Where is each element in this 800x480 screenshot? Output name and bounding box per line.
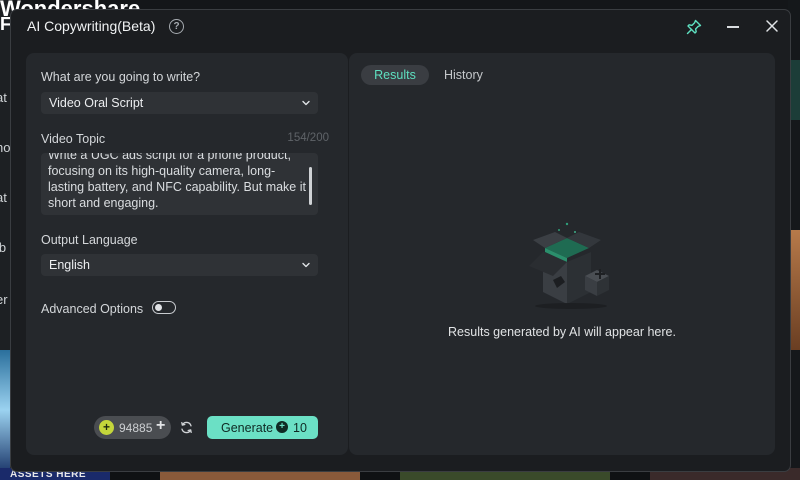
generate-cost: 10	[293, 421, 307, 435]
credits-value: 94885	[119, 421, 153, 435]
generate-button[interactable]: Generate + 10	[207, 416, 318, 439]
credit-coin-icon: +	[276, 421, 288, 433]
empty-results-message: Results generated by AI will appear here…	[448, 325, 676, 339]
ai-copywriting-dialog: AI Copywriting(Beta) ? What are you goin…	[10, 9, 791, 472]
output-language-select[interactable]: English	[41, 254, 318, 276]
textarea-scrollbar[interactable]	[309, 167, 312, 205]
help-icon[interactable]: ?	[169, 19, 184, 34]
video-topic-textarea[interactable]: Write a UGC ads script for a phone produ…	[41, 153, 318, 215]
close-icon[interactable]	[763, 17, 781, 35]
toggle-knob	[155, 303, 162, 311]
background-code-thumb	[790, 60, 800, 120]
results-panel: Results History Results generated by AI …	[349, 53, 775, 455]
video-topic-label: Video Topic	[41, 132, 106, 146]
video-topic-text: Write a UGC ads script for a phone produ…	[48, 153, 306, 210]
topic-char-counter: 154/200	[287, 132, 329, 144]
dialog-title: AI Copywriting(Beta)	[27, 18, 156, 34]
generate-label: Generate	[221, 421, 274, 435]
credit-coin-icon: +	[99, 420, 114, 435]
background-thumbnail	[0, 350, 10, 470]
minimize-icon[interactable]	[727, 26, 739, 28]
tab-results[interactable]: Results	[361, 65, 429, 85]
empty-box-icon	[529, 222, 609, 309]
chevron-down-icon	[302, 262, 310, 268]
background-photo-thumb	[790, 230, 800, 350]
add-credits-icon[interactable]: +	[156, 417, 165, 435]
chevron-down-icon	[302, 100, 310, 106]
output-language-value: English	[49, 258, 90, 272]
title-bar: AI Copywriting(Beta) ?	[11, 10, 790, 44]
write-type-value: Video Oral Script	[49, 96, 144, 110]
output-language-label: Output Language	[41, 233, 138, 247]
advanced-options-toggle[interactable]	[152, 301, 176, 314]
write-type-label: What are you going to write?	[41, 70, 201, 84]
credits-badge[interactable]: + 94885 +	[94, 416, 171, 439]
pin-icon[interactable]	[685, 18, 703, 36]
input-panel: What are you going to write? Video Oral …	[26, 53, 348, 455]
refresh-icon[interactable]	[179, 420, 194, 435]
advanced-options-label: Advanced Options	[41, 302, 144, 316]
write-type-select[interactable]: Video Oral Script	[41, 92, 318, 114]
tab-history[interactable]: History	[444, 65, 483, 85]
